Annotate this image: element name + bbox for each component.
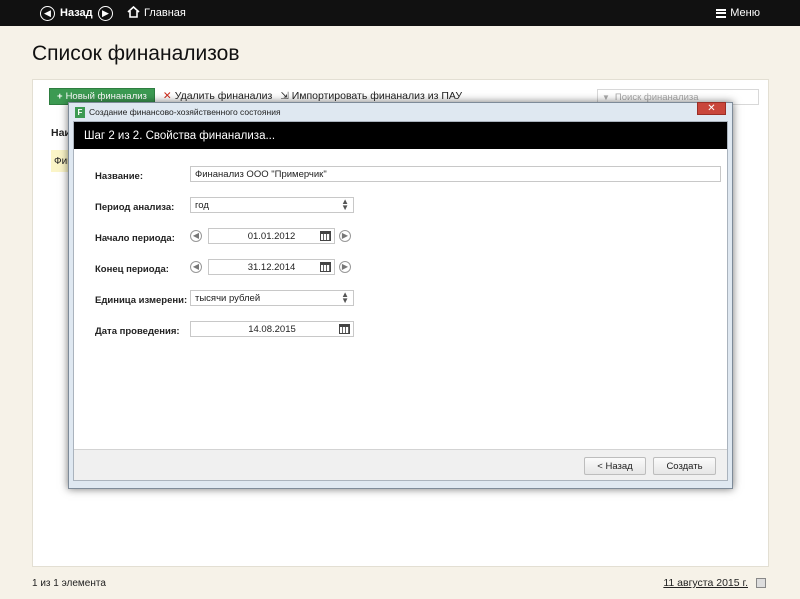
calendar-icon[interactable] [756,578,766,588]
top-navigation-bar: ◀ Назад ▶ Главная Меню [0,0,800,26]
search-icon: ▼ [602,92,610,102]
delete-icon: ✕ [162,90,172,102]
page-title: Список финанализов [32,42,240,65]
dialog-titlebar[interactable]: F Создание финансово-хозяйственного сост… [69,103,732,121]
home-nav-button[interactable]: Главная [127,0,186,26]
unit-select[interactable]: тысячи рублей ▲ ▼ [190,290,354,306]
delete-button-label: Удалить финанализ [174,90,273,102]
dialog-footer: < Назад Создать [74,449,727,480]
period-value: год [195,199,209,211]
home-icon [127,5,140,21]
import-icon: ⇲ [280,90,289,102]
calendar-icon[interactable] [320,231,331,241]
end-date-input[interactable]: 31.12.2014 [208,259,335,275]
calendar-icon[interactable] [339,324,350,334]
arrow-left-circle-icon: ◀ [40,5,55,21]
wizard-step-title: Шаг 2 из 2. Свойства финанализа... [74,122,727,149]
current-date-link[interactable]: 11 августа 2015 г. [663,577,748,589]
name-label: Название: [95,171,144,182]
end-next-button[interactable]: ▶ [339,261,351,273]
create-button[interactable]: Создать [653,457,716,475]
arrow-left-icon: ◀ [192,262,200,271]
end-date-value: 31.12.2014 [247,261,296,273]
hamburger-icon [716,8,727,18]
back-label: Назад [60,7,93,19]
dialog-window-title: Создание финансово-хозяйственного состоя… [89,107,281,117]
name-value: Финанализ ООО "Примерчик" [195,168,327,180]
home-label: Главная [144,7,186,19]
conduct-date-value: 14.08.2015 [248,323,296,335]
new-button-label: Новый финанализ [65,90,147,102]
back-nav-button[interactable]: ◀ Назад [40,0,93,26]
name-input[interactable]: Финанализ ООО "Примерчик" [190,166,721,182]
end-prev-button[interactable]: ◀ [190,261,202,273]
start-date-value: 01.01.2012 [247,230,296,242]
arrow-right-icon: ▶ [341,262,349,271]
arrow-right-circle-icon: ▶ [98,5,113,21]
app-logo-icon: F [75,106,85,118]
unit-label: Единица измерени: [95,295,188,306]
create-analysis-dialog: F Создание финансово-хозяйственного сост… [68,102,733,489]
arrow-right-icon: ▶ [341,231,349,240]
period-label: Период анализа: [95,202,175,213]
start-prev-button[interactable]: ◀ [190,230,202,242]
back-button[interactable]: < Назад [584,457,646,475]
delete-financial-analysis-button[interactable]: ✕ Удалить финанализ [163,90,272,102]
unit-value: тысячи рублей [195,292,261,304]
arrow-left-icon: ◀ [192,231,200,240]
chevron-updown-icon: ▲ ▼ [341,290,349,305]
chevron-updown-icon: ▲ ▼ [341,197,349,212]
calendar-icon[interactable] [320,262,331,272]
period-select[interactable]: год ▲ ▼ [190,197,354,213]
forward-nav-button[interactable]: ▶ [98,0,113,26]
dialog-body: Шаг 2 из 2. Свойства финанализа... Назва… [73,121,728,481]
menu-label: Меню [730,7,760,19]
start-date-label: Начало периода: [95,233,175,244]
start-next-button[interactable]: ▶ [339,230,351,242]
search-placeholder: Поиск финанализа [614,91,699,103]
import-financial-analysis-button[interactable]: ⇲ Импортировать финанализ из ПАУ [280,90,462,102]
end-date-label: Конец периода: [95,264,169,275]
close-button[interactable]: ✕ [697,102,726,115]
pagination-count: 1 из 1 элемента [32,578,106,589]
plus-icon: + [57,90,63,102]
conduct-date-label: Дата проведения: [95,326,180,337]
start-date-input[interactable]: 01.01.2012 [208,228,335,244]
import-button-label: Импортировать финанализ из ПАУ [291,90,463,102]
conduct-date-input[interactable]: 14.08.2015 [190,321,354,337]
menu-button[interactable]: Меню [716,0,760,26]
